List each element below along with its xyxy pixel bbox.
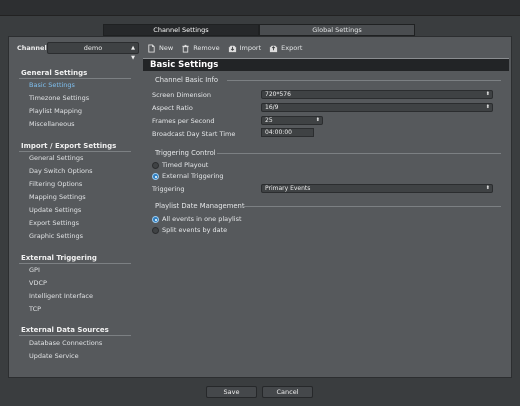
import-icon (228, 45, 236, 52)
new-label: New (159, 44, 174, 52)
group-title-triggering-control: Triggering Control (155, 149, 216, 157)
section-divider (19, 151, 131, 152)
aspect-ratio-select[interactable]: 16/9 ⬍ (261, 103, 493, 112)
tab-global-settings[interactable]: Global Settings (259, 24, 415, 36)
day-start-label: Broadcast Day Start Time (152, 130, 236, 138)
settings-sidebar: General Settings Basic Settings Timezone… (9, 63, 139, 373)
new-button[interactable]: New (147, 43, 174, 53)
import-label: Import (239, 44, 262, 52)
radio-external-triggering[interactable]: External Triggering (152, 172, 224, 180)
group-divider (241, 206, 501, 207)
chevron-updown-icon: ⬍ (315, 117, 320, 123)
section-divider (19, 263, 131, 264)
radio-split-events-by-date[interactable]: Split events by date (152, 226, 227, 234)
export-label: Export (281, 44, 303, 52)
sidebar-item-gpi[interactable]: GPI (29, 266, 40, 274)
radio-button (152, 161, 159, 169)
page-title-bar: Basic Settings (143, 58, 509, 71)
toolbar: New Remove Import Export (147, 42, 302, 54)
settings-panel: Channel demo ▲ ▼ New Remove Import Export… (8, 36, 512, 378)
screen-dimension-select[interactable]: 720*576 ⬍ (261, 90, 493, 99)
section-divider (19, 78, 131, 79)
screen-dimension-label: Screen Dimension (152, 91, 211, 99)
radio-button-selected (152, 215, 159, 223)
radio-all-events-one-playlist[interactable]: All events in one playlist (152, 215, 242, 223)
channel-value: demo (83, 44, 103, 52)
fps-value: 25 (265, 117, 273, 124)
group-divider (217, 153, 501, 154)
sidebar-item-filtering-options[interactable]: Filtering Options (29, 180, 82, 188)
footer-actions: Save Cancel (0, 386, 520, 398)
radio-label: Split events by date (162, 226, 228, 234)
sidebar-item-intelligent-interface[interactable]: Intelligent Interface (29, 292, 93, 300)
day-start-value: 04:00:00 (265, 129, 292, 136)
channel-label: Channel (17, 44, 47, 52)
channel-row: Channel demo ▲ ▼ (17, 42, 139, 61)
fps-select[interactable]: 25 ⬍ (261, 116, 323, 125)
remove-label: Remove (193, 44, 220, 52)
sidebar-item-miscellaneous[interactable]: Miscellaneous (29, 120, 75, 128)
export-icon (270, 45, 278, 52)
triggering-label: Triggering (152, 185, 185, 193)
section-external-triggering: External Triggering (21, 254, 97, 262)
new-document-icon (148, 43, 155, 53)
triggering-value: Primary Events (265, 185, 311, 192)
sidebar-item-graphic-settings[interactable]: Graphic Settings (29, 232, 83, 240)
import-button[interactable]: Import (228, 44, 262, 53)
fps-label: Frames per Second (152, 117, 215, 125)
radio-label: External Triggering (162, 172, 224, 180)
sidebar-item-mapping-settings[interactable]: Mapping Settings (29, 193, 86, 201)
export-button[interactable]: Export (269, 44, 302, 53)
cancel-button[interactable]: Cancel (262, 386, 313, 398)
settings-tabs: Channel Settings Global Settings (103, 24, 415, 36)
window-titlebar (0, 0, 520, 16)
radio-timed-playout[interactable]: Timed Playout (152, 161, 208, 169)
radio-button-selected (152, 172, 159, 180)
sidebar-item-playlist-mapping[interactable]: Playlist Mapping (29, 107, 82, 115)
sidebar-item-vdcp[interactable]: VDCP (29, 279, 47, 287)
sidebar-item-day-switch-options[interactable]: Day Switch Options (29, 167, 93, 175)
chevron-updown-icon: ▲ ▼ (131, 45, 135, 61)
sidebar-item-database-connections[interactable]: Database Connections (29, 339, 102, 347)
sidebar-item-tcp[interactable]: TCP (29, 305, 41, 313)
aspect-ratio-label: Aspect Ratio (152, 104, 193, 112)
page-title: Basic Settings (150, 60, 219, 70)
group-title-playlist-date-management: Playlist Date Management (155, 202, 245, 210)
triggering-select[interactable]: Primary Events ⬍ (261, 184, 493, 193)
radio-label: All events in one playlist (162, 215, 242, 223)
sidebar-item-update-settings[interactable]: Update Settings (29, 206, 81, 214)
channel-select[interactable]: demo ▲ ▼ (47, 42, 139, 61)
aspect-ratio-value: 16/9 (265, 104, 279, 111)
tab-channel-settings[interactable]: Channel Settings (103, 24, 259, 36)
trash-icon (182, 44, 189, 53)
section-external-data-sources: External Data Sources (21, 326, 109, 334)
chevron-updown-icon: ⬍ (485, 91, 490, 97)
section-divider (19, 335, 131, 336)
remove-button[interactable]: Remove (181, 44, 220, 53)
screen-dimension-value: 720*576 (265, 91, 291, 98)
sidebar-item-timezone-settings[interactable]: Timezone Settings (29, 94, 89, 102)
group-divider (227, 80, 501, 81)
save-button[interactable]: Save (206, 386, 257, 398)
section-general-settings: General Settings (21, 69, 88, 77)
day-start-input[interactable]: 04:00:00 (261, 128, 314, 137)
group-title-channel-basic-info: Channel Basic Info (155, 76, 219, 84)
radio-label: Timed Playout (162, 161, 209, 169)
sidebar-item-basic-settings[interactable]: Basic Settings (29, 81, 75, 89)
chevron-updown-icon: ⬍ (485, 104, 490, 110)
radio-button (152, 226, 159, 234)
sidebar-item-general-settings[interactable]: General Settings (29, 154, 83, 162)
sidebar-item-export-settings[interactable]: Export Settings (29, 219, 79, 227)
section-import-export-settings: Import / Export Settings (21, 142, 117, 150)
sidebar-item-update-service[interactable]: Update Service (29, 352, 79, 360)
chevron-updown-icon: ⬍ (485, 185, 490, 191)
